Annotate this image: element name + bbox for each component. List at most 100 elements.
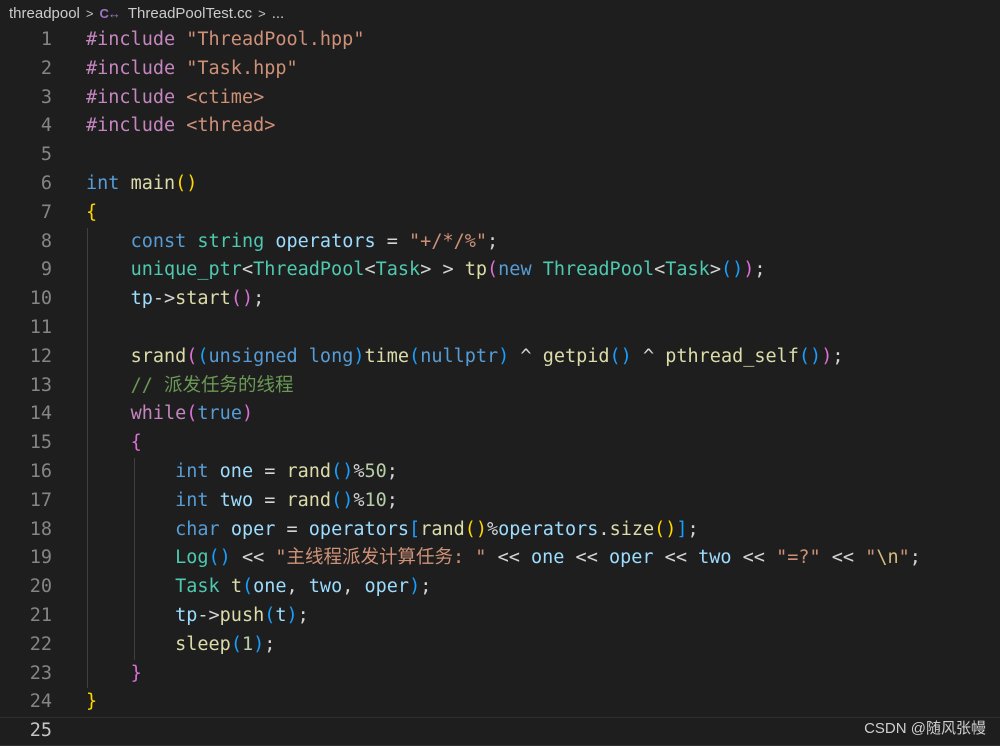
code-token: "ThreadPool.hpp" [186, 29, 365, 50]
code-line[interactable]: 8 const string operators = "+/*/%"; [0, 228, 1000, 257]
line-number: 11 [29, 316, 52, 338]
code-token: < [241, 259, 254, 281]
code-text[interactable]: #include <ctime> [86, 84, 264, 113]
code-line[interactable]: 18 char oper = operators[rand()%operator… [0, 516, 1000, 545]
breadcrumb: threadpool > C↔ ThreadPoolTest.cc > ... [0, 0, 1000, 26]
line-number: 2 [40, 57, 52, 79]
code-line[interactable]: 2 #include "Task.hpp" [0, 55, 1000, 84]
code-token: tp [175, 604, 198, 626]
code-token: tp [464, 259, 488, 281]
code-text[interactable]: { [86, 429, 142, 458]
breadcrumb-folder[interactable]: threadpool [9, 5, 80, 22]
code-text[interactable]: char oper = operators[rand()%operators.s… [86, 516, 699, 545]
code-token: one [531, 547, 565, 569]
code-text[interactable]: #include "ThreadPool.hpp" [86, 26, 364, 55]
code-token: () [230, 288, 254, 310]
code-line[interactable]: 19 Log() << "主线程派发计算任务: " << one << oper… [0, 544, 1000, 573]
code-line[interactable]: 1 #include "ThreadPool.hpp" [0, 26, 1000, 55]
code-line[interactable]: 22 sleep(1); [0, 631, 1000, 660]
code-token: pthread_self [665, 345, 799, 367]
breadcrumb-symbol[interactable]: ... [272, 5, 285, 22]
code-token: sleep [175, 633, 231, 655]
code-token: , [286, 576, 309, 598]
code-text[interactable]: #include "Task.hpp" [86, 55, 298, 84]
code-text[interactable]: Log() << "主线程派发计算任务: " << one << oper <<… [86, 544, 921, 573]
code-token: while [130, 403, 187, 425]
code-token: \n [876, 547, 899, 569]
code-token: " [898, 547, 910, 569]
code-text[interactable]: srand((unsigned long)time(nullptr) ^ get… [86, 343, 844, 372]
code-line[interactable]: 23 } [0, 660, 1000, 689]
code-text[interactable]: const string operators = "+/*/%"; [86, 228, 499, 257]
code-text[interactable]: // 派发任务的线程 [86, 372, 294, 401]
code-line[interactable]: 6 int main() [0, 170, 1000, 199]
code-text[interactable]: } [86, 688, 97, 717]
code-text[interactable]: tp->push(t); [86, 602, 309, 631]
code-token: t [275, 604, 287, 626]
code-token: () [720, 259, 744, 281]
line-number: 25 [29, 720, 52, 742]
code-token: < [364, 259, 376, 281]
code-text[interactable]: int main() [86, 170, 197, 199]
code-text[interactable]: sleep(1); [86, 631, 275, 660]
code-line[interactable]: 9 unique_ptr<ThreadPool<Task> > tp(new T… [0, 256, 1000, 285]
code-line[interactable]: 4 #include <thread> [0, 112, 1000, 141]
code-text[interactable]: #include <thread> [86, 112, 275, 141]
code-token: oper [608, 547, 654, 569]
code-line[interactable]: 3 #include <ctime> [0, 84, 1000, 113]
code-text[interactable]: while(true) [86, 400, 254, 429]
code-line[interactable]: 12 srand((unsigned long)time(nullptr) ^ … [0, 343, 1000, 372]
code-token: int [175, 489, 209, 511]
chevron-right-icon: > [85, 5, 94, 21]
code-token: () [654, 518, 677, 540]
code-line[interactable]: 16 int one = rand()%50; [0, 458, 1000, 487]
code-text[interactable]: } [86, 660, 142, 689]
code-text[interactable]: { [86, 199, 97, 228]
code-token: true [197, 403, 242, 425]
code-text[interactable]: int one = rand()%50; [86, 458, 398, 487]
code-token: % [353, 489, 365, 511]
line-number: 12 [29, 345, 52, 367]
code-line[interactable]: 13 // 派发任务的线程 [0, 372, 1000, 401]
code-token: ^ [509, 345, 543, 367]
code-token: ( [186, 403, 198, 425]
breadcrumb-file[interactable]: ThreadPoolTest.cc [128, 5, 252, 22]
code-token: > > [420, 259, 465, 281]
code-text[interactable]: Task t(one, two, oper); [86, 573, 431, 602]
code-line[interactable]: 20 Task t(one, two, oper); [0, 573, 1000, 602]
code-text[interactable]: int two = rand()%10; [86, 487, 398, 516]
code-token: << [820, 547, 866, 569]
code-token: ( [487, 259, 499, 281]
code-token: > [709, 259, 721, 281]
code-line[interactable]: 21 tp->push(t); [0, 602, 1000, 631]
code-line[interactable]: 17 int two = rand()%10; [0, 487, 1000, 516]
code-token: Log [175, 547, 209, 569]
code-token: ; [264, 633, 276, 655]
code-token: 50 [364, 460, 387, 482]
code-text[interactable]: unique_ptr<ThreadPool<Task> > tp(new Thr… [86, 256, 766, 285]
code-token: srand [130, 345, 187, 367]
code-line[interactable]: 25 [0, 717, 1000, 746]
code-line[interactable]: 10 tp->start(); [0, 285, 1000, 314]
code-editor[interactable]: 1 #include "ThreadPool.hpp" 2 #include "Tas… [0, 26, 1000, 746]
code-token: operators [498, 518, 599, 540]
code-line[interactable]: 5 [0, 141, 1000, 170]
code-text[interactable]: tp->start(); [86, 285, 265, 314]
code-line[interactable]: 7{ [0, 199, 1000, 228]
code-line[interactable]: 14 while(true) [0, 400, 1000, 429]
indent-guide [87, 227, 88, 689]
code-token: ThreadPool [253, 259, 365, 281]
code-line[interactable]: 15 { [0, 429, 1000, 458]
code-line[interactable]: 24} [0, 688, 1000, 717]
code-token: "主线程派发计算任务: " [275, 547, 487, 569]
code-line[interactable]: 11 [0, 314, 1000, 343]
code-token: ( [264, 604, 276, 626]
code-token: tp [130, 288, 153, 310]
code-token: unique_ptr [130, 259, 242, 281]
